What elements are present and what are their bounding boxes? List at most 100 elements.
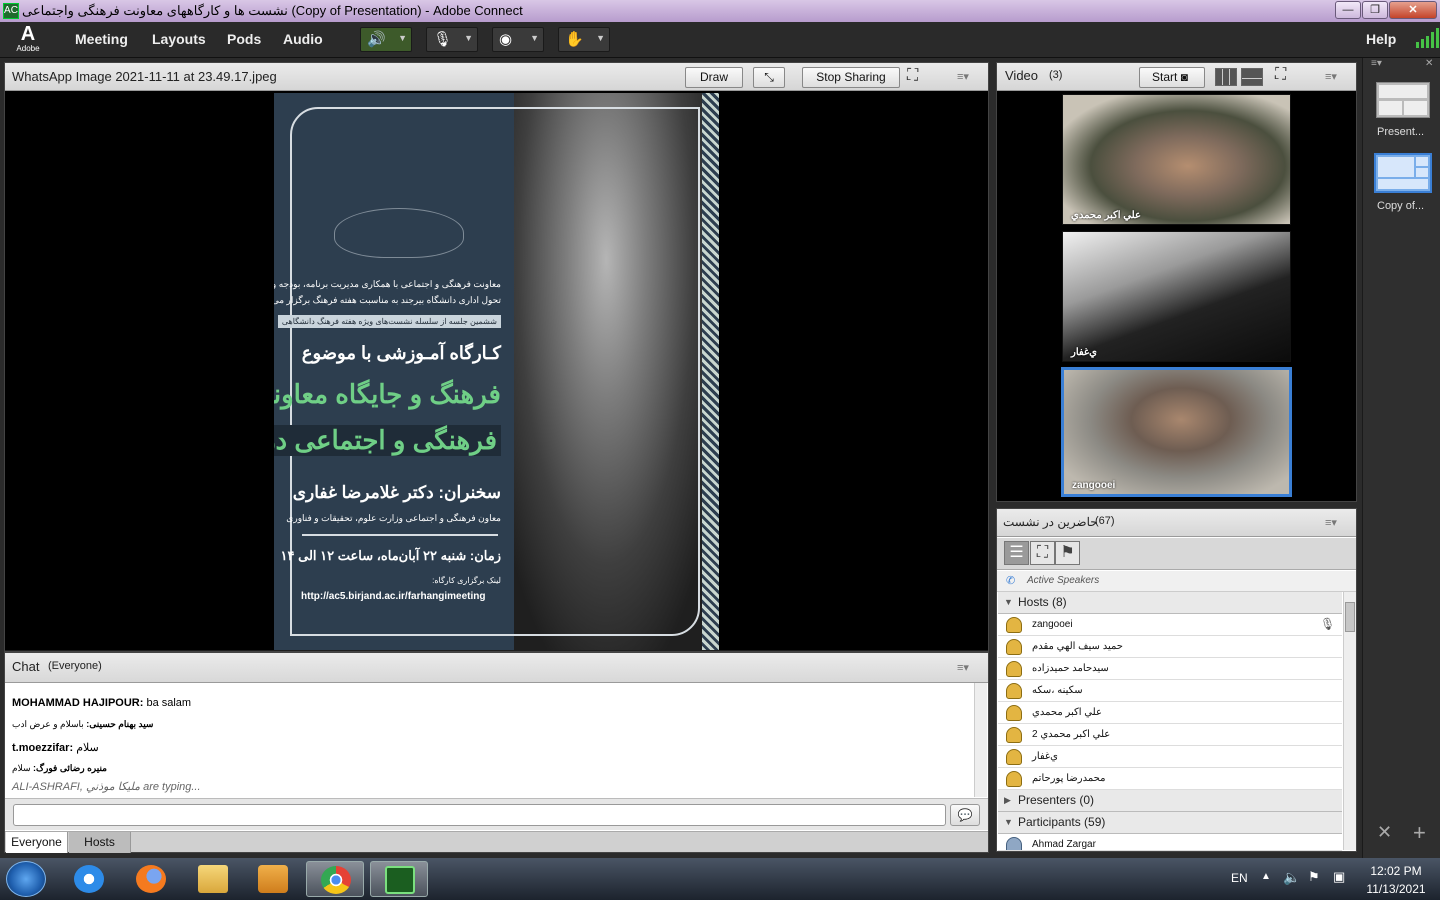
- host-user-icon: [1006, 771, 1022, 787]
- layouts-panel: ≡▾ ✕ Present... Copy of... ✕ +: [1362, 58, 1440, 858]
- delete-layout-icon[interactable]: ✕: [1377, 822, 1392, 843]
- pod-options-icon[interactable]: ≡▾: [1325, 516, 1337, 529]
- poster-series: ششمین جلسه از سلسله نشست‌های ویژه هفته ف…: [277, 315, 501, 328]
- network-icon[interactable]: ▣: [1333, 869, 1345, 885]
- webcam-control[interactable]: ◉ ▼: [492, 27, 544, 52]
- pod-options-icon[interactable]: ≡▾: [1325, 70, 1337, 83]
- folder-icon: [198, 865, 228, 893]
- tab-everyone[interactable]: Everyone: [6, 832, 68, 853]
- pod-options-icon[interactable]: ≡▾: [957, 70, 969, 83]
- adobe-logo: A Adobe: [14, 24, 42, 54]
- raise-hand-control[interactable]: ✋ ▼: [558, 27, 610, 52]
- taskbar-internet-explorer[interactable]: [60, 861, 118, 897]
- host-user-icon: [1006, 727, 1022, 743]
- taskbar-firefox[interactable]: [122, 861, 180, 897]
- action-center-flag-icon[interactable]: ⚑: [1308, 869, 1320, 885]
- poster-intro-1: معاونت فرهنگی و اجتماعی با همکاری مدیریت…: [274, 279, 501, 289]
- video-feed[interactable]: ي‌غفار: [1062, 231, 1291, 362]
- pod-options-icon[interactable]: ≡▾: [1371, 58, 1382, 69]
- scrollbar-thumb[interactable]: [1345, 602, 1355, 632]
- attendee-row[interactable]: Ahmad Zargar: [998, 834, 1342, 851]
- add-layout-icon[interactable]: +: [1413, 820, 1426, 846]
- language-indicator[interactable]: EN: [1231, 871, 1248, 885]
- chat-scrollbar[interactable]: [974, 683, 987, 797]
- video-feed-active-speaker[interactable]: zangooei: [1061, 367, 1292, 497]
- webcam-icon: ◙: [1180, 70, 1188, 84]
- draw-button[interactable]: Draw: [685, 67, 743, 88]
- taskbar-chrome[interactable]: [306, 861, 364, 897]
- presenters-label: Presenters (0): [1018, 793, 1095, 807]
- participants-category[interactable]: ▼ Participants (59): [998, 812, 1342, 834]
- layout-thumbnail-copy-active[interactable]: [1374, 153, 1432, 193]
- tray-expand-icon[interactable]: ▲: [1261, 871, 1271, 882]
- fullscreen-icon[interactable]: ⛶: [907, 67, 918, 85]
- connection-strength-icon: [1414, 28, 1439, 52]
- video-feed-name: zangooei: [1072, 480, 1116, 491]
- presenters-category[interactable]: ▶ Presenters (0): [998, 790, 1342, 812]
- status-view-icon[interactable]: ⚑: [1055, 541, 1080, 565]
- taskbar-file-explorer[interactable]: [184, 861, 242, 897]
- speaker-control[interactable]: 🔊 ▼: [360, 27, 412, 52]
- chat-pod-header: Chat (Everyone) ≡▾: [5, 653, 988, 683]
- pod-options-icon[interactable]: ≡▾: [957, 661, 969, 674]
- stop-sharing-button[interactable]: Stop Sharing: [802, 67, 900, 88]
- start-button[interactable]: [6, 861, 46, 897]
- microphone-control[interactable]: 🎙 ▼: [426, 27, 478, 52]
- attendee-row[interactable]: حميد سيف الهي مقدم: [998, 636, 1342, 658]
- layout-thumbnail-presentation[interactable]: [1376, 82, 1430, 118]
- video-feed-name: علي اكبر محمدي: [1071, 210, 1141, 221]
- hosts-category[interactable]: ▼ Hosts (8): [998, 592, 1342, 614]
- attendee-row[interactable]: سیدحامد حمیدزاده: [998, 658, 1342, 680]
- adobe-logo-letter: A: [20, 23, 36, 45]
- attendee-name: محمدرضا پورحاتم: [1032, 773, 1106, 784]
- video-pod-count: (3): [1049, 69, 1063, 81]
- volume-icon[interactable]: 🔈: [1283, 869, 1300, 886]
- clock-date[interactable]: 11/13/2021: [1358, 882, 1434, 896]
- attendee-row[interactable]: سکینه ،سکه: [998, 680, 1342, 702]
- shared-poster-image: معاونت فرهنگی و اجتماعی با همکاری مدیریت…: [274, 93, 719, 650]
- send-message-icon[interactable]: 💬: [950, 804, 980, 826]
- chat-scope: (Everyone): [48, 660, 102, 672]
- host-user-icon: [1006, 749, 1022, 765]
- filmstrip-view-icon[interactable]: [1241, 68, 1263, 86]
- taskbar-adobe-connect[interactable]: [370, 861, 428, 897]
- attendee-row[interactable]: علي اكبر محمدي: [998, 702, 1342, 724]
- clock-time[interactable]: 12:02 PM: [1358, 864, 1434, 878]
- menu-audio[interactable]: Audio: [283, 22, 323, 58]
- chat-message: MOHAMMAD HAJIPOUR: ba salam: [12, 697, 191, 709]
- share-pod-header: WhatsApp Image 2021-11-11 at 23.49.17.jp…: [5, 63, 988, 91]
- chevron-down-icon: ▼: [398, 33, 407, 43]
- close-window-button[interactable]: ✕: [1389, 1, 1437, 19]
- list-view-icon[interactable]: ☰: [1004, 541, 1029, 565]
- annotate-tool-button[interactable]: ⤡: [753, 67, 785, 88]
- minimize-button[interactable]: —: [1335, 1, 1361, 19]
- adobe-connect-icon: [385, 866, 415, 894]
- tab-hosts[interactable]: Hosts: [69, 832, 131, 853]
- maximize-button[interactable]: ❐: [1362, 1, 1388, 19]
- attendees-scrollbar[interactable]: [1343, 592, 1356, 850]
- breakout-view-icon[interactable]: ⛶: [1030, 541, 1055, 565]
- attendee-name: علي اكبر محمدي: [1032, 707, 1102, 718]
- attendee-row[interactable]: محمدرضا پورحاتم: [998, 768, 1342, 790]
- poster-divider: [302, 534, 498, 536]
- attendee-row[interactable]: zangooei 🎙: [998, 614, 1342, 636]
- firefox-icon: [136, 865, 166, 893]
- attendee-row[interactable]: علي اكبر محمدي 2: [998, 724, 1342, 746]
- chat-input[interactable]: [13, 804, 946, 826]
- menu-help[interactable]: Help: [1366, 22, 1396, 56]
- chat-sender: t.moezzifar:: [12, 742, 74, 754]
- host-user-icon: [1006, 683, 1022, 699]
- chat-messages: MOHAMMAD HAJIPOUR: ba salam سید بهنام حس…: [5, 683, 974, 797]
- menu-meeting[interactable]: Meeting: [75, 22, 128, 58]
- poster-topic-1: فرهنگ و جایگاه معاونت: [274, 379, 501, 409]
- fullscreen-icon[interactable]: ⛶: [1275, 66, 1286, 84]
- menu-pods[interactable]: Pods: [227, 22, 261, 58]
- taskbar-media-player[interactable]: [244, 861, 302, 897]
- attendee-row[interactable]: ي‌غفار: [998, 746, 1342, 768]
- grid-view-icon[interactable]: [1215, 68, 1237, 86]
- microphone-icon: 🎙: [433, 31, 453, 48]
- close-panel-icon[interactable]: ✕: [1425, 58, 1433, 69]
- menu-layouts[interactable]: Layouts: [152, 22, 206, 58]
- start-webcam-button[interactable]: Start ◙: [1139, 67, 1205, 88]
- video-feed[interactable]: علي اكبر محمدي: [1062, 94, 1291, 225]
